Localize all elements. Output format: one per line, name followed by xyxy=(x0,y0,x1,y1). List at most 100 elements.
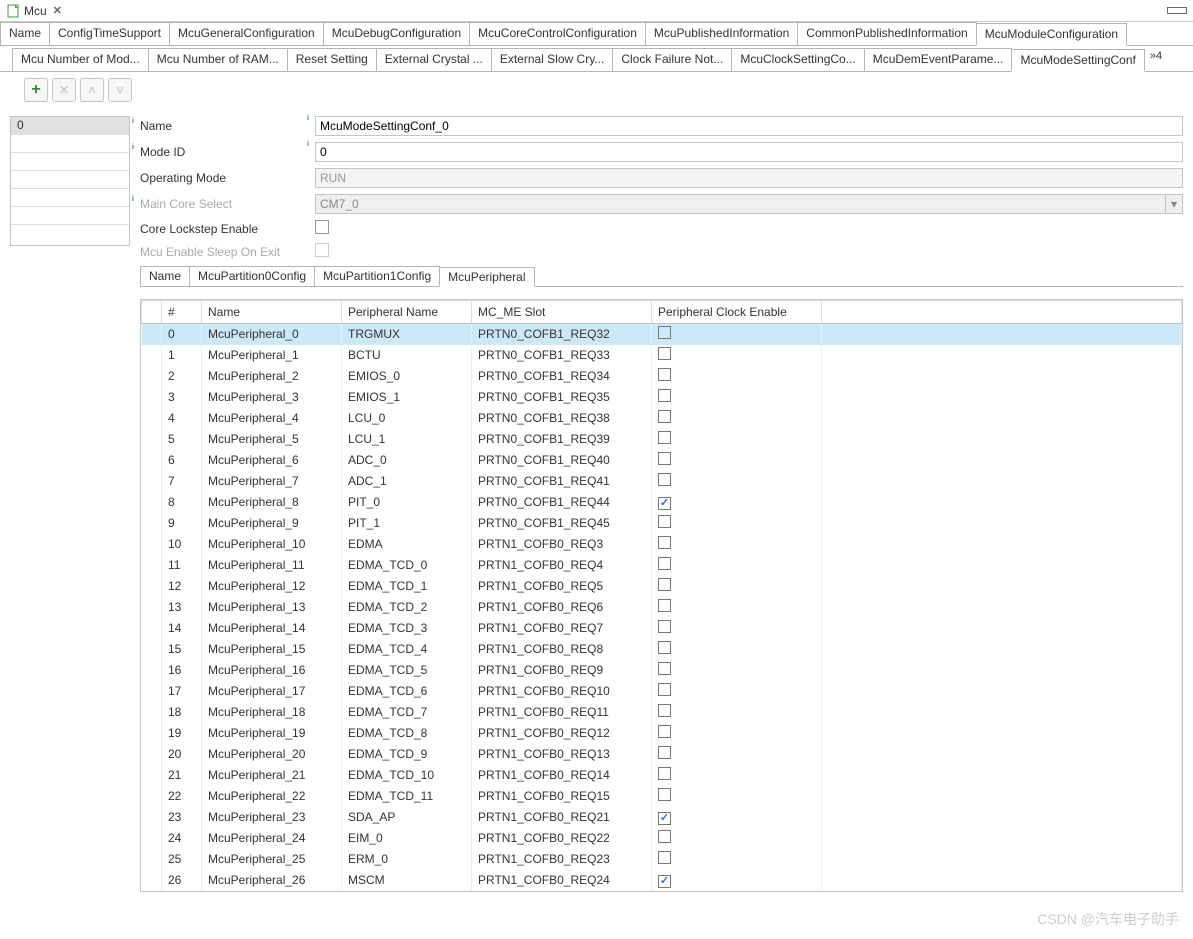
clock-enable-checkbox[interactable] xyxy=(658,452,671,465)
top-tab[interactable]: ConfigTimeSupport xyxy=(49,22,170,45)
clock-enable-checkbox[interactable] xyxy=(658,851,671,864)
clock-enable-checkbox[interactable] xyxy=(658,683,671,696)
mode-id-label: Mode ID xyxy=(140,145,315,159)
col-header-rest xyxy=(822,301,1182,324)
col-header-pce[interactable]: Peripheral Clock Enable xyxy=(652,301,822,324)
table-row[interactable]: 23McuPeripheral_23SDA_APPRTN1_COFB0_REQ2… xyxy=(142,807,1182,828)
mode-id-input[interactable] xyxy=(315,142,1183,162)
table-row[interactable]: 17McuPeripheral_17EDMA_TCD_6PRTN1_COFB0_… xyxy=(142,681,1182,702)
table-row[interactable]: 8McuPeripheral_8PIT_0PRTN0_COFB1_REQ44✓ xyxy=(142,492,1182,513)
sub-tab[interactable]: Mcu Number of Mod... xyxy=(12,48,149,71)
table-row[interactable]: 9McuPeripheral_9PIT_1PRTN0_COFB1_REQ45 xyxy=(142,513,1182,534)
core-lockstep-checkbox[interactable] xyxy=(315,220,329,234)
top-tab[interactable]: McuPublishedInformation xyxy=(645,22,798,45)
clock-enable-checkbox[interactable] xyxy=(658,578,671,591)
clock-enable-checkbox[interactable] xyxy=(658,704,671,717)
top-tab[interactable]: Name xyxy=(0,22,50,45)
inner-tab[interactable]: McuPartition1Config xyxy=(314,266,440,286)
table-row[interactable]: 20McuPeripheral_20EDMA_TCD_9PRTN1_COFB0_… xyxy=(142,744,1182,765)
table-row[interactable]: 16McuPeripheral_16EDMA_TCD_5PRTN1_COFB0_… xyxy=(142,660,1182,681)
table-row[interactable]: 6McuPeripheral_6ADC_0PRTN0_COFB1_REQ40 xyxy=(142,450,1182,471)
col-header-slot[interactable]: MC_ME Slot xyxy=(472,301,652,324)
clock-enable-checkbox[interactable] xyxy=(658,389,671,402)
table-row[interactable]: 11McuPeripheral_11EDMA_TCD_0PRTN1_COFB0_… xyxy=(142,555,1182,576)
col-header-num[interactable]: # xyxy=(162,301,202,324)
name-input[interactable] xyxy=(315,116,1183,136)
table-row[interactable]: 19McuPeripheral_19EDMA_TCD_8PRTN1_COFB0_… xyxy=(142,723,1182,744)
clock-enable-checkbox[interactable] xyxy=(658,746,671,759)
file-icon xyxy=(6,4,20,18)
table-row[interactable]: 15McuPeripheral_15EDMA_TCD_4PRTN1_COFB0_… xyxy=(142,639,1182,660)
inner-tab[interactable]: McuPeripheral xyxy=(439,267,534,287)
table-row[interactable]: 2McuPeripheral_2EMIOS_0PRTN0_COFB1_REQ34 xyxy=(142,366,1182,387)
top-tab[interactable]: CommonPublishedInformation xyxy=(797,22,976,45)
table-row[interactable]: 1McuPeripheral_1BCTUPRTN0_COFB1_REQ33 xyxy=(142,345,1182,366)
clock-enable-checkbox[interactable] xyxy=(658,515,671,528)
chevron-down-icon[interactable]: ▾ xyxy=(1165,194,1183,214)
inner-tab[interactable]: Name xyxy=(140,266,190,286)
top-tab[interactable]: McuModuleConfiguration xyxy=(976,23,1127,46)
table-row[interactable]: 5McuPeripheral_5LCU_1PRTN0_COFB1_REQ39 xyxy=(142,429,1182,450)
table-row[interactable]: 25McuPeripheral_25ERM_0PRTN1_COFB0_REQ23 xyxy=(142,849,1182,870)
top-tab[interactable]: McuCoreControlConfiguration xyxy=(469,22,646,45)
table-row[interactable]: 21McuPeripheral_21EDMA_TCD_10PRTN1_COFB0… xyxy=(142,765,1182,786)
sub-tab[interactable]: Mcu Number of RAM... xyxy=(148,48,288,71)
clock-enable-checkbox[interactable] xyxy=(658,599,671,612)
add-button[interactable]: + xyxy=(24,78,48,102)
table-row[interactable]: 26McuPeripheral_26MSCMPRTN1_COFB0_REQ24✓ xyxy=(142,870,1182,891)
table-row[interactable]: 18McuPeripheral_18EDMA_TCD_7PRTN1_COFB0_… xyxy=(142,702,1182,723)
clock-enable-checkbox[interactable] xyxy=(658,620,671,633)
table-row[interactable]: 10McuPeripheral_10EDMAPRTN1_COFB0_REQ3 xyxy=(142,534,1182,555)
main-core-label: Main Core Select xyxy=(140,197,315,211)
table-row[interactable]: 22McuPeripheral_22EDMA_TCD_11PRTN1_COFB0… xyxy=(142,786,1182,807)
table-row[interactable]: 7McuPeripheral_7ADC_1PRTN0_COFB1_REQ41 xyxy=(142,471,1182,492)
move-up-button[interactable]: ˄ xyxy=(80,78,104,102)
clock-enable-checkbox[interactable] xyxy=(658,410,671,423)
clock-enable-checkbox[interactable] xyxy=(658,431,671,444)
table-row[interactable]: 0McuPeripheral_0TRGMUXPRTN0_COFB1_REQ32 xyxy=(142,324,1182,345)
clock-enable-checkbox[interactable] xyxy=(658,830,671,843)
col-header-peripheral-name[interactable]: Peripheral Name xyxy=(342,301,472,324)
close-editor-icon[interactable]: ✕ xyxy=(53,4,62,17)
table-row[interactable]: 24McuPeripheral_24EIM_0PRTN1_COFB0_REQ22 xyxy=(142,828,1182,849)
clock-enable-checkbox[interactable] xyxy=(658,368,671,381)
clock-enable-checkbox[interactable] xyxy=(658,473,671,486)
delete-button[interactable]: ✕ xyxy=(52,78,76,102)
clock-enable-checkbox[interactable]: ✓ xyxy=(658,812,671,825)
editor-title: Mcu xyxy=(24,4,47,18)
top-tab[interactable]: McuGeneralConfiguration xyxy=(169,22,324,45)
clock-enable-checkbox[interactable] xyxy=(658,725,671,738)
clock-enable-checkbox[interactable]: ✓ xyxy=(658,497,671,510)
sub-tab[interactable]: External Crystal ... xyxy=(376,48,492,71)
clock-enable-checkbox[interactable]: ✓ xyxy=(658,875,671,888)
col-header-name[interactable]: Name xyxy=(202,301,342,324)
clock-enable-checkbox[interactable] xyxy=(658,662,671,675)
table-row[interactable]: 4McuPeripheral_4LCU_0PRTN0_COFB1_REQ38 xyxy=(142,408,1182,429)
table-row[interactable]: 3McuPeripheral_3EMIOS_1PRTN0_COFB1_REQ35 xyxy=(142,387,1182,408)
sub-tab[interactable]: McuDemEventParame... xyxy=(864,48,1013,71)
sub-tab[interactable]: Reset Setting xyxy=(287,48,377,71)
clock-enable-checkbox[interactable] xyxy=(658,767,671,780)
clock-enable-checkbox[interactable] xyxy=(658,347,671,360)
clock-enable-checkbox[interactable] xyxy=(658,536,671,549)
table-row[interactable]: 13McuPeripheral_13EDMA_TCD_2PRTN1_COFB0_… xyxy=(142,597,1182,618)
table-row[interactable]: 12McuPeripheral_12EDMA_TCD_1PRTN1_COFB0_… xyxy=(142,576,1182,597)
move-down-button[interactable]: ˅ xyxy=(108,78,132,102)
sub-tab[interactable]: External Slow Cry... xyxy=(491,48,613,71)
sub-tab[interactable]: McuClockSettingCo... xyxy=(731,48,864,71)
clock-enable-checkbox[interactable] xyxy=(658,641,671,654)
inner-tab[interactable]: McuPartition0Config xyxy=(189,266,315,286)
clock-enable-checkbox[interactable] xyxy=(658,557,671,570)
list-item[interactable]: 0 xyxy=(11,117,129,135)
clock-enable-checkbox[interactable] xyxy=(658,326,671,339)
inner-tab-row: NameMcuPartition0ConfigMcuPartition1Conf… xyxy=(140,266,1183,287)
table-row[interactable]: 14McuPeripheral_14EDMA_TCD_3PRTN1_COFB0_… xyxy=(142,618,1182,639)
clock-enable-checkbox[interactable] xyxy=(658,788,671,801)
col-header-blank[interactable] xyxy=(142,301,162,324)
more-tabs-button[interactable]: »4 xyxy=(1144,48,1168,71)
sub-tab[interactable]: McuModeSettingConf xyxy=(1011,49,1144,72)
sub-tab[interactable]: Clock Failure Not... xyxy=(612,48,732,71)
minimize-icon[interactable] xyxy=(1167,7,1187,14)
index-list[interactable]: 0 xyxy=(10,116,130,246)
top-tab[interactable]: McuDebugConfiguration xyxy=(323,22,470,45)
